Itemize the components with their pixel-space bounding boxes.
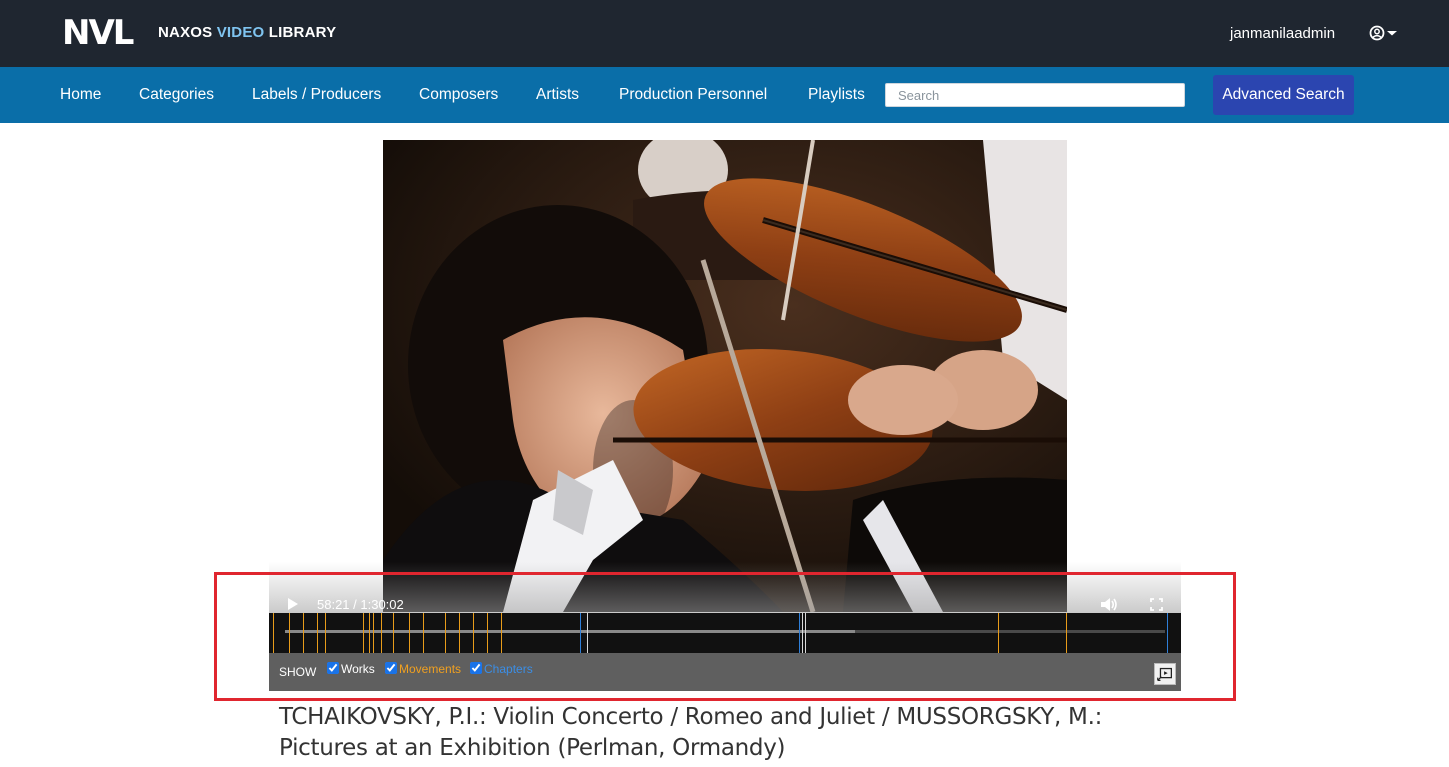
- movements-label: Movements: [399, 662, 462, 676]
- top-header: NVL NAXOS VIDEO LIBRARY janmanilaadmin: [0, 0, 1449, 67]
- timeline-marker-chapter[interactable]: [580, 613, 581, 653]
- timeline-marker-movement[interactable]: [369, 613, 370, 653]
- advanced-search-button[interactable]: Advanced Search: [1213, 75, 1354, 115]
- time-readout: 58:21 / 1:30:02: [317, 597, 404, 612]
- main-nav: Home Categories Labels / Producers Compo…: [0, 67, 1449, 123]
- timeline-marker-movement[interactable]: [363, 613, 364, 653]
- brand-part-1: NAXOS: [158, 24, 217, 41]
- timeline-marker-movement[interactable]: [487, 613, 488, 653]
- timeline-marker-movement[interactable]: [998, 613, 999, 653]
- timeline-marker-chapter[interactable]: [799, 613, 800, 653]
- timeline-progress: [285, 630, 856, 633]
- nvl-logo[interactable]: NVL: [62, 16, 134, 50]
- movements-checkbox[interactable]: [385, 662, 397, 674]
- search-input[interactable]: [885, 83, 1185, 107]
- video-frame[interactable]: [383, 140, 1067, 612]
- video-controls: 58:21 / 1:30:02: [269, 590, 1181, 613]
- fullscreen-icon[interactable]: [1150, 598, 1163, 611]
- timeline-marker-work[interactable]: [805, 613, 806, 653]
- timeline-marker-movement[interactable]: [409, 613, 410, 653]
- show-label: SHOW: [279, 665, 317, 679]
- nav-categories[interactable]: Categories: [139, 86, 214, 104]
- nav-playlists[interactable]: Playlists: [808, 86, 865, 104]
- chapter-timeline[interactable]: [269, 613, 1181, 653]
- works-checkbox[interactable]: [327, 662, 339, 674]
- chapters-checkbox[interactable]: [470, 662, 482, 674]
- brand-part-3: LIBRARY: [264, 24, 337, 41]
- timeline-marker-movement[interactable]: [393, 613, 394, 653]
- timeline-marker-movement[interactable]: [445, 613, 446, 653]
- user-circle-icon[interactable]: [1368, 24, 1398, 42]
- timeline-marker-movement[interactable]: [289, 613, 290, 653]
- timeline-marker-movement[interactable]: [303, 613, 304, 653]
- brand-part-2: VIDEO: [216, 24, 265, 41]
- nav-labels-producers[interactable]: Labels / Producers: [252, 86, 381, 104]
- volume-icon[interactable]: [1100, 597, 1118, 612]
- timeline-marker-movement[interactable]: [1066, 613, 1067, 653]
- timeline-marker-movement[interactable]: [473, 613, 474, 653]
- nav-composers[interactable]: Composers: [419, 86, 498, 104]
- brand-name[interactable]: NAXOS VIDEO LIBRARY: [158, 24, 336, 41]
- timeline-marker-work[interactable]: [802, 613, 803, 653]
- picture-in-picture-icon[interactable]: [1154, 663, 1176, 685]
- works-label: Works: [341, 662, 375, 676]
- nav-production-personnel[interactable]: Production Personnel: [619, 86, 767, 104]
- video-title: TCHAIKOVSKY, P.I.: Violin Concerto / Rom…: [279, 704, 1103, 761]
- timeline-marker-movement[interactable]: [325, 613, 326, 653]
- username-label[interactable]: janmanilaadmin: [1230, 25, 1335, 42]
- play-icon[interactable]: [288, 598, 298, 610]
- timeline-marker-chapter[interactable]: [1167, 613, 1168, 653]
- timeline-marker-movement[interactable]: [423, 613, 424, 653]
- show-filter-bar: SHOW Works Movements Chapters: [269, 653, 1181, 691]
- chapters-toggle[interactable]: Chapters: [470, 662, 533, 676]
- timeline-marker-movement[interactable]: [501, 613, 502, 653]
- movements-toggle[interactable]: Movements: [385, 662, 461, 676]
- works-toggle[interactable]: Works: [327, 662, 375, 676]
- nav-home[interactable]: Home: [60, 86, 101, 104]
- video-still-image: [383, 140, 1067, 612]
- chapters-label: Chapters: [484, 662, 533, 676]
- timeline-marker-movement[interactable]: [381, 613, 382, 653]
- timeline-marker-movement[interactable]: [459, 613, 460, 653]
- timeline-marker-movement[interactable]: [373, 613, 374, 653]
- timeline-marker-movement[interactable]: [317, 613, 318, 653]
- timeline-marker-work[interactable]: [587, 613, 588, 653]
- timeline-marker-movement[interactable]: [273, 613, 274, 653]
- nav-artists[interactable]: Artists: [536, 86, 579, 104]
